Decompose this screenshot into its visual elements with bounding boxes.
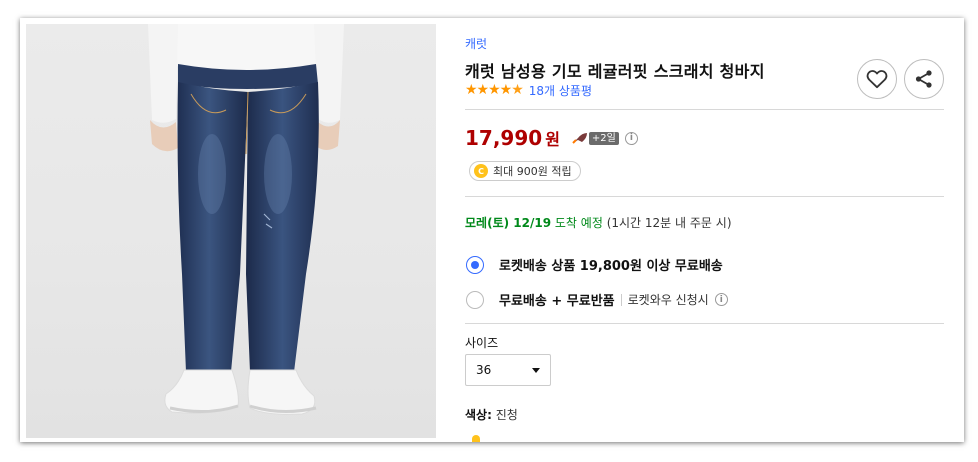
- separator: [620, 293, 622, 306]
- divider: [465, 323, 944, 324]
- delivery-option-free[interactable]: 무료배송 + 무료반품 로켓와우 신청시 i: [466, 290, 728, 309]
- review-count-link[interactable]: 18개 상품평: [529, 82, 592, 99]
- delivery-option-rocket[interactable]: 로켓배송 상품 19,800원 이상 무료배송: [466, 255, 723, 274]
- wishlist-button[interactable]: [857, 59, 897, 99]
- coin-icon: [472, 435, 480, 442]
- size-select[interactable]: 36: [465, 354, 551, 386]
- size-label: 사이즈: [465, 336, 499, 350]
- price-row: 17,990 원 +2일 i: [465, 126, 638, 150]
- product-card: 캐럿 캐럿 남성용 기모 레귤러핏 스크래치 청바지 ★★★★★ 18개 상품평…: [20, 18, 964, 442]
- coin-icon: C: [474, 164, 488, 178]
- divider: [465, 109, 944, 110]
- rocket-days-badge: +2일: [588, 131, 619, 145]
- rocket-delivery-badge: +2일 i: [572, 131, 638, 145]
- info-icon[interactable]: i: [624, 131, 638, 145]
- reward-badge: C 최대 900원 적립: [469, 161, 581, 181]
- chevron-down-icon: [532, 367, 540, 373]
- share-icon: [915, 70, 932, 88]
- delivery-option-label: 무료배송 + 무료반품: [499, 294, 615, 309]
- info-icon[interactable]: i: [714, 293, 728, 306]
- color-info: 색상: 진청: [465, 406, 518, 423]
- star-rating-icon: ★★★★★: [465, 82, 524, 98]
- delivery-option-note: 로켓와우 신청시: [627, 293, 709, 307]
- radio-button[interactable]: [466, 255, 484, 274]
- reward-text: 최대 900원 적립: [493, 165, 572, 178]
- arrival-detail: (1시간 12분 내 주문 시): [606, 216, 732, 230]
- product-title: 캐럿 남성용 기모 레귤러핏 스크래치 청바지: [465, 62, 765, 81]
- share-button[interactable]: [904, 59, 944, 99]
- arrival-word: 도착 예정: [554, 216, 603, 230]
- brand-link[interactable]: 캐럿: [465, 35, 487, 52]
- sale-price: 17,990: [465, 126, 543, 150]
- size-selected-value: 36: [476, 363, 492, 377]
- arrival-estimate: 모레(토) 12/19 도착 예정 (1시간 12분 내 주문 시): [465, 214, 732, 231]
- rocket-icon: [572, 133, 587, 144]
- rating[interactable]: ★★★★★ 18개 상품평: [465, 82, 592, 98]
- arrival-date: 모레(토) 12/19: [465, 216, 552, 230]
- product-image[interactable]: [26, 24, 436, 438]
- product-info-panel: 캐럿 캐럿 남성용 기모 레귤러핏 스크래치 청바지 ★★★★★ 18개 상품평…: [465, 18, 945, 442]
- delivery-option-label: 로켓배송 상품 19,800원 이상 무료배송: [499, 259, 723, 274]
- radio-button[interactable]: [466, 290, 484, 309]
- color-value: 진청: [495, 408, 518, 422]
- color-label: 색상:: [465, 408, 492, 422]
- price-unit: 원: [545, 130, 560, 149]
- heart-icon: [866, 70, 888, 89]
- divider: [465, 196, 944, 197]
